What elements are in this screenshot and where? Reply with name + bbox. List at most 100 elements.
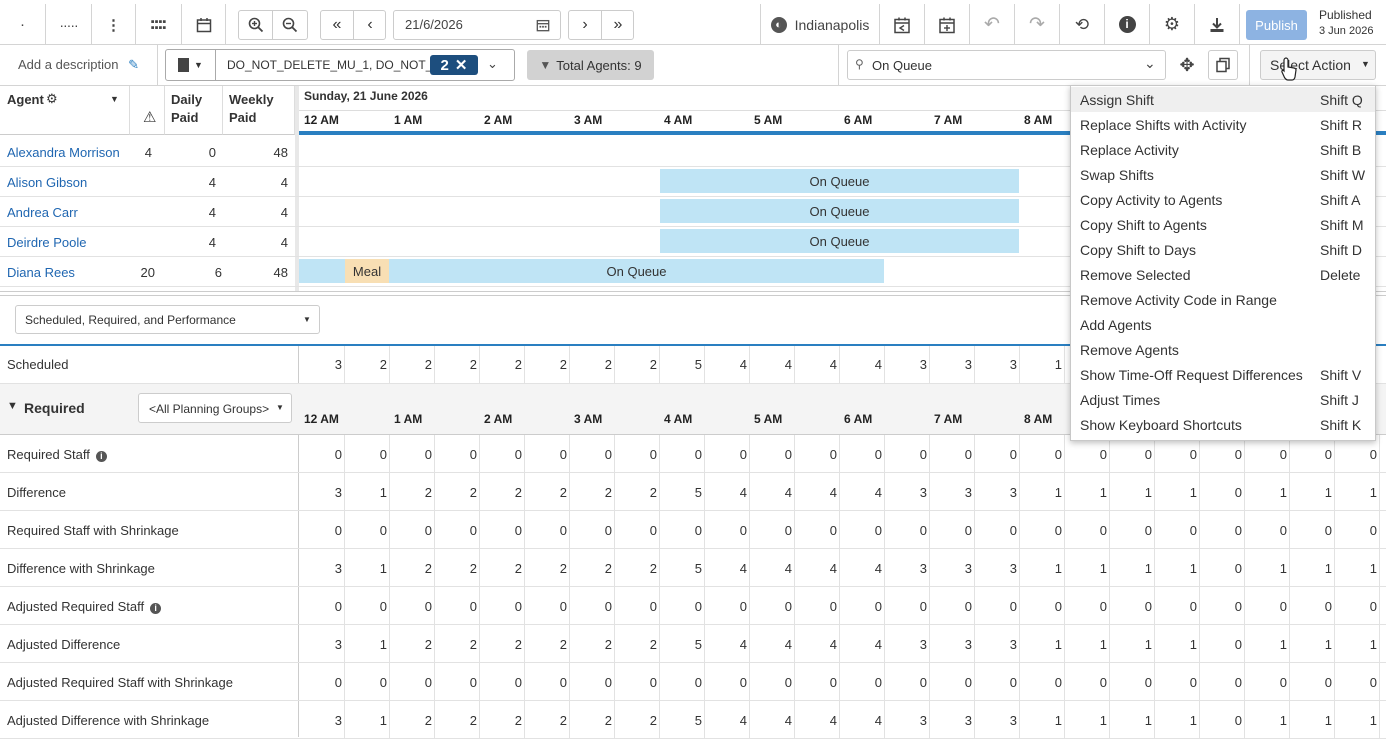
shift-block[interactable]: On Queue [660,169,1019,193]
menu-item[interactable]: Show Time-Off Request Differences Shift V [1071,362,1375,387]
grid-line [929,435,930,473]
chevron-down-icon[interactable]: ▼ [7,400,18,412]
menu-item[interactable]: Replace Shifts with Activity Shift R [1071,112,1375,137]
grid-line [794,587,795,625]
total-agents-filter[interactable]: ▼ Total Agents: 9 [527,50,654,80]
grid-line [1244,663,1245,701]
move-button[interactable]: ✥ [1172,50,1202,80]
shift-block[interactable] [299,259,345,283]
warning-column-header: ⚠ [130,86,165,135]
add-schedule-button[interactable] [925,4,970,45]
cell-value: 0 [1144,675,1152,690]
caret-down-icon[interactable]: ▼ [110,94,119,104]
calendar-button[interactable] [182,4,226,45]
planning-groups-select[interactable]: <All Planning Groups> ▼ [138,393,292,423]
info-icon[interactable]: i [150,603,162,614]
hour-label: 5 AM [754,113,783,127]
daily-paid-header[interactable]: Daily Paid [165,86,223,135]
more-options-button[interactable]: ⋮ [92,4,136,45]
grid-line [524,587,525,625]
cell-value: 2 [424,561,432,576]
view-select[interactable]: Scheduled, Required, and Performance ▼ [15,305,320,334]
copy-button[interactable] [1208,50,1238,80]
cell-value: 3 [964,713,972,728]
day-view-button[interactable]: · [0,4,46,45]
activity-search[interactable]: ⚲ On Queue ⌄ [847,50,1166,80]
agent-link[interactable]: Deirdre Poole [7,235,87,250]
menu-item[interactable]: Add Agents [1071,312,1375,337]
grid-line [1379,663,1380,701]
menu-item[interactable]: Swap Shifts Shift W [1071,162,1375,187]
info-icon[interactable]: i [95,451,107,462]
cell-value: 0 [514,523,522,538]
meal-block[interactable]: Meal [345,259,389,283]
date-header: Sunday, 21 June 2026 [304,89,428,103]
menu-item[interactable]: Adjust Times Shift J [1071,387,1375,412]
shift-block[interactable]: On Queue [660,229,1019,253]
settings-button[interactable]: ⚙ [1150,4,1195,45]
agent-link[interactable]: Andrea Carr [7,205,78,220]
agent-link[interactable]: Diana Rees [7,265,75,280]
add-description-link[interactable]: Add a description ✎ [18,57,139,73]
grid-line [839,473,840,511]
zoom-in-button[interactable] [239,11,273,39]
shift-block[interactable]: On Queue [389,259,884,283]
previous-week-button[interactable]: « [321,11,354,39]
cell-value: 0 [964,675,972,690]
mu-count-badge[interactable]: 2 ✕ [430,55,478,75]
weekly-paid-header[interactable]: Weekly Paid [223,86,295,135]
grid-line [434,435,435,473]
select-action-button[interactable]: Select Action ▼ [1260,50,1376,80]
download-button[interactable] [1195,4,1240,45]
calendar-back-icon [894,17,910,33]
publish-button[interactable]: Publish [1246,10,1307,40]
next-day-button[interactable]: › [569,11,602,39]
menu-item[interactable]: Copy Shift to Days Shift D [1071,237,1375,262]
management-unit-selector[interactable]: ▼ DO_NOT_DELETE_MU_1, DO_NOT_... 2 ✕ ⌄ [165,49,515,81]
hour-label: 7 AM [934,412,963,426]
cell-value: 4 [739,637,747,652]
cell-value: 0 [1189,447,1197,462]
info-button[interactable]: i [1105,4,1150,45]
date-input[interactable]: 21/6/2026 [393,10,561,40]
redo-button[interactable]: ↷ [1015,4,1060,45]
history-button[interactable]: ⟲ [1060,4,1105,45]
grid-view-button[interactable]: ▪▪▪▪ ▪▪▪▪ [136,4,182,45]
gear-icon[interactable]: ⚙ [46,91,58,107]
grid-line [659,549,660,587]
cell-value: 0 [1234,447,1242,462]
cell-value: 0 [1369,447,1377,462]
chevron-down-icon[interactable]: ⌄ [1144,55,1156,72]
menu-item[interactable]: Copy Shift to Agents Shift M [1071,212,1375,237]
agent-link[interactable]: Alexandra Morrison [7,145,120,160]
shift-block[interactable]: On Queue [660,199,1019,223]
week-view-button[interactable]: ····· [46,4,92,45]
zoom-out-button[interactable] [273,11,307,39]
building-dropdown[interactable]: ▼ [166,50,216,80]
next-week-button[interactable]: » [602,11,634,39]
agent-column-header[interactable]: Agent ⚙ ▼ [0,86,130,135]
grid-line [704,625,705,663]
menu-item[interactable]: Assign Shift Shift Q [1071,87,1375,112]
previous-schedule-button[interactable] [880,4,925,45]
grid-line [659,587,660,625]
menu-item[interactable]: Remove Selected Delete [1071,262,1375,287]
cell-value: 0 [694,523,702,538]
cell-value: 1 [1324,713,1332,728]
menu-item[interactable]: Replace Activity Shift B [1071,137,1375,162]
timezone-button[interactable]: ◐ Indianapolis [760,4,880,45]
menu-item[interactable]: Copy Activity to Agents Shift A [1071,187,1375,212]
undo-button[interactable]: ↶ [970,4,1015,45]
previous-day-button[interactable]: ‹ [354,11,386,39]
clear-x-icon[interactable]: ✕ [455,56,468,74]
grid-line [614,701,615,739]
cell-value: 1 [1144,637,1152,652]
grid-line [1334,511,1335,549]
menu-item[interactable]: Remove Activity Code in Range [1071,287,1375,312]
agent-link[interactable]: Alison Gibson [7,175,87,190]
menu-item[interactable]: Show Keyboard Shortcuts Shift K [1071,412,1375,437]
chevron-down-icon[interactable]: ⌄ [487,56,498,72]
menu-item[interactable]: Remove Agents [1071,337,1375,362]
calendar-picker-icon[interactable] [536,18,550,32]
grid-line [344,663,345,701]
